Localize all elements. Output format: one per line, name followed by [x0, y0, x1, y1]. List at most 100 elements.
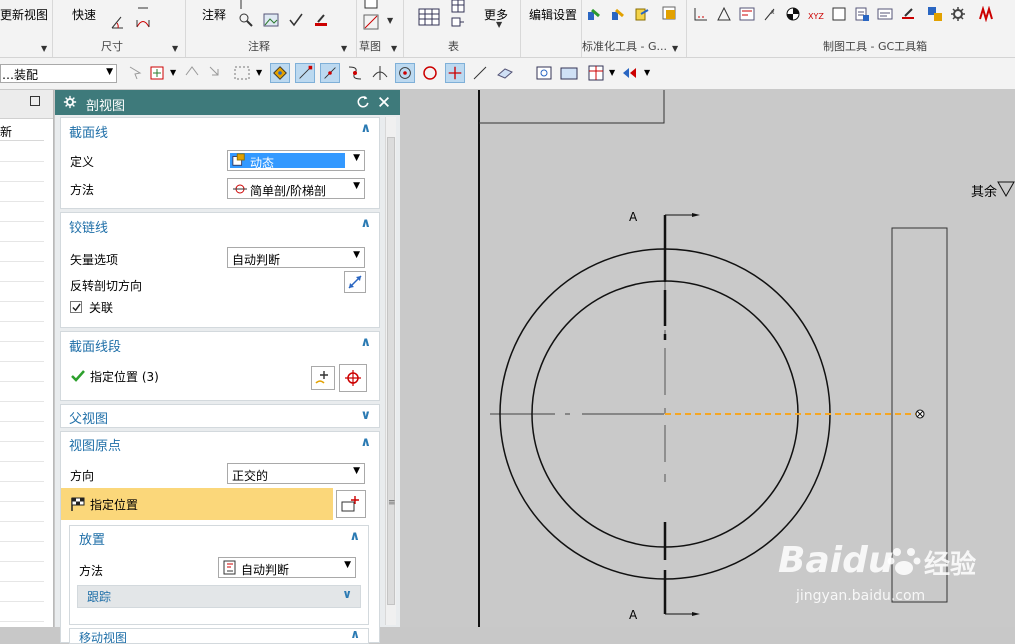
list-item[interactable] — [0, 541, 44, 562]
vector-option-dropdown[interactable]: 自动判断 ▼ — [227, 247, 365, 268]
list-item[interactable] — [0, 501, 44, 522]
mid-point-icon[interactable] — [320, 63, 340, 83]
list-item[interactable] — [0, 241, 44, 262]
line-icon[interactable] — [363, 14, 379, 30]
wave-icon[interactable] — [979, 6, 995, 22]
chevron-down-icon[interactable]: ▼ — [106, 67, 113, 77]
list-item[interactable] — [0, 561, 44, 582]
view-tool-4-icon[interactable] — [620, 63, 640, 83]
list-item[interactable] — [0, 261, 44, 282]
checkmark-symbol-icon[interactable] — [288, 12, 304, 28]
point-on-curve-icon[interactable] — [470, 63, 490, 83]
section-segment-heading[interactable]: 截面线段 — [69, 336, 121, 355]
image-icon[interactable] — [263, 12, 279, 28]
annotation-button[interactable]: 注释 — [202, 6, 226, 23]
list-item[interactable] — [0, 221, 44, 242]
chevron-down-icon[interactable]: ▼ — [353, 466, 360, 476]
filter-dropdown[interactable]: …装配 ▼ — [0, 64, 117, 83]
list-item[interactable] — [0, 361, 44, 382]
maximize-icon[interactable] — [30, 96, 40, 106]
list-item[interactable] — [0, 381, 44, 402]
arc-length-icon[interactable] — [135, 14, 151, 30]
chevron-down-icon[interactable]: ▼ — [172, 44, 178, 53]
list-item[interactable] — [0, 421, 44, 442]
reset-icon[interactable] — [356, 95, 370, 109]
chevron-down-icon[interactable]: ▼ — [496, 20, 502, 53]
control-point-icon[interactable] — [345, 63, 365, 83]
list-item[interactable] — [0, 441, 44, 462]
navigator-column-header[interactable]: 新 — [0, 120, 44, 141]
chevron-up-icon[interactable]: ∧ — [360, 216, 371, 231]
view-tool-3-icon[interactable] — [586, 63, 606, 83]
view-tool-1-icon[interactable] — [534, 63, 554, 83]
chevron-down-icon[interactable]: ▼ — [344, 560, 351, 570]
section-line-heading[interactable]: 截面线 — [69, 122, 108, 141]
specify-location-label[interactable]: 指定位置 (3) — [90, 368, 159, 385]
dimension-icon[interactable] — [135, 0, 151, 16]
list-item[interactable] — [0, 581, 44, 602]
xyz-coordinate-icon[interactable]: XYZ — [808, 6, 824, 22]
weld-symbol-icon[interactable] — [313, 12, 329, 28]
chevron-up-icon[interactable]: ∧ — [360, 121, 371, 136]
table-icon[interactable] — [418, 6, 440, 28]
drawing-canvas[interactable]: A A 其余 Baidu 经验 jingyan.baidu.com — [400, 90, 1015, 627]
track-subgroup[interactable]: 跟踪 ∨ — [77, 585, 361, 608]
gc-tool-1-icon[interactable] — [693, 6, 709, 22]
chevron-down-icon[interactable]: ▼ — [353, 153, 360, 163]
chevron-down-icon[interactable]: ∨ — [342, 587, 352, 601]
chevron-up-icon[interactable]: ∧ — [360, 335, 371, 350]
list-item[interactable] — [0, 601, 44, 622]
list-item[interactable] — [0, 321, 44, 342]
snap-point-icon[interactable] — [270, 63, 290, 83]
select-tool-1-icon[interactable] — [126, 63, 146, 83]
select-tool-3-icon[interactable] — [182, 63, 202, 83]
arc-center-icon[interactable] — [395, 63, 415, 83]
auto-balloon-icon[interactable] — [450, 14, 466, 30]
gc-tool-8-icon[interactable] — [854, 6, 870, 22]
parts-list-icon[interactable] — [450, 0, 466, 14]
chevron-down-icon[interactable]: ▼ — [609, 68, 615, 77]
list-item[interactable] — [0, 461, 44, 482]
point-on-surface-icon[interactable] — [495, 63, 515, 83]
close-icon[interactable] — [377, 95, 391, 109]
reverse-direction-button[interactable] — [344, 271, 366, 293]
scrollbar-thumb[interactable]: ≡ — [387, 137, 396, 605]
chevron-up-icon[interactable]: ∧ — [350, 629, 360, 641]
chevron-down-icon[interactable]: ▼ — [353, 181, 360, 191]
list-item[interactable] — [0, 141, 44, 162]
chevron-down-icon[interactable]: ▼ — [41, 44, 47, 53]
list-item[interactable] — [0, 341, 44, 362]
move-view-heading[interactable]: 移动视图 — [79, 629, 127, 643]
direction-dropdown[interactable]: 正交的 ▼ — [227, 463, 365, 484]
chevron-down-icon[interactable]: ▼ — [391, 44, 397, 53]
chevron-down-icon[interactable]: ▼ — [256, 68, 262, 77]
triangle-icon[interactable] — [716, 6, 732, 22]
chevron-up-icon[interactable]: ∧ — [360, 435, 371, 450]
box-select-icon[interactable] — [232, 63, 252, 83]
list-item[interactable] — [0, 301, 44, 322]
chevron-down-icon[interactable]: ▼ — [644, 68, 650, 77]
list-item[interactable] — [0, 481, 44, 502]
existing-point-icon[interactable] — [445, 63, 465, 83]
std-tool-1-icon[interactable] — [586, 6, 602, 22]
point-constructor-button[interactable] — [336, 490, 366, 518]
chevron-down-icon[interactable]: ▼ — [353, 250, 360, 260]
quadrant-point-icon[interactable] — [420, 63, 440, 83]
quick-dimension-button[interactable]: 快速 — [72, 6, 96, 23]
chevron-down-icon[interactable]: ▼ — [341, 44, 347, 53]
list-item[interactable] — [0, 181, 44, 202]
placement-method-dropdown[interactable]: 自动判断 ▼ — [218, 557, 356, 578]
center-mark-icon[interactable] — [785, 6, 801, 22]
chevron-up-icon[interactable]: ∧ — [349, 529, 360, 544]
gear-icon[interactable] — [950, 6, 966, 22]
note-icon[interactable] — [877, 6, 893, 22]
angular-dimension-icon[interactable] — [109, 14, 125, 30]
list-item[interactable] — [0, 281, 44, 302]
list-item[interactable] — [0, 201, 44, 222]
chevron-down-icon[interactable]: ▼ — [170, 68, 176, 77]
rectangle-icon[interactable] — [363, 0, 379, 12]
end-point-icon[interactable] — [295, 63, 315, 83]
std-tool-2-icon[interactable] — [610, 6, 626, 22]
drafting-settings-button[interactable]: 编辑设置 — [529, 6, 577, 23]
chevron-down-icon[interactable]: ∨ — [360, 408, 371, 423]
